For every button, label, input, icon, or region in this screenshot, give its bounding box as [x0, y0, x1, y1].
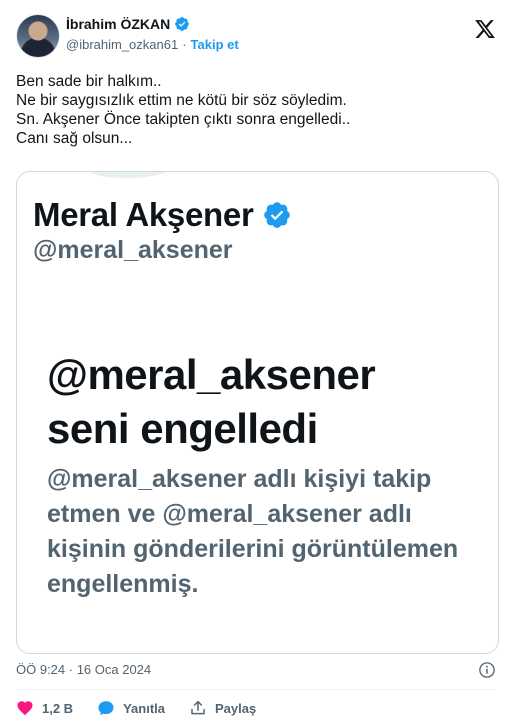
tweet-actions: 1,2 B Yanıtla Paylaş [16, 699, 280, 717]
divider [16, 689, 496, 690]
verified-badge-icon [263, 202, 290, 228]
author-name-row: İbrahim ÖZKAN [66, 16, 190, 32]
share-label: Paylaş [215, 700, 257, 716]
media-decoration [87, 172, 167, 178]
follow-button[interactable]: Takip et [191, 37, 239, 52]
media-profile-handle: @meral_aksener [33, 236, 233, 264]
info-icon[interactable] [478, 661, 496, 679]
blocked-description: @meral_aksener adlı kişiyi takip etmen v… [47, 465, 459, 598]
reply-button[interactable]: Yanıtla [97, 699, 165, 717]
avatar[interactable] [16, 14, 60, 58]
blocked-title-line: @meral_aksener [47, 351, 376, 398]
media-profile-name-row: Meral Akşener [33, 196, 292, 234]
like-button[interactable]: 1,2 B [16, 699, 73, 717]
tweet-timestamp[interactable]: ÖÖ 9:24 · 16 Oca 2024 [16, 662, 151, 677]
separator-dot: · [182, 37, 187, 52]
tweet-line: Sn. Akşener Önce takipten çıktı sonra en… [16, 111, 351, 128]
author-handle-row: @ibrahim_ozkan61 · Takip et [66, 37, 239, 52]
x-logo-icon[interactable] [474, 18, 496, 40]
media-profile-name: Meral Akşener [33, 196, 254, 233]
tweet-text: Ben sade bir halkım.. Ne bir saygısızlık… [16, 72, 496, 148]
tweet-media-screenshot[interactable]: Meral Akşener @meral_aksener @meral_akse… [16, 171, 499, 654]
tweet-line: Ne bir saygısızlık ettim ne kötü bir söz… [16, 92, 347, 109]
blocked-title: @meral_aksener seni engelledi [47, 348, 376, 456]
author-name[interactable]: İbrahim ÖZKAN [66, 16, 170, 32]
heart-icon [17, 701, 33, 716]
author-handle[interactable]: @ibrahim_ozkan61 [66, 37, 178, 52]
reply-bubble-icon [98, 701, 114, 716]
verified-badge-icon [175, 17, 190, 31]
share-button[interactable]: Paylaş [189, 699, 256, 717]
tweet-line: Ben sade bir halkım.. [16, 73, 162, 90]
like-count: 1,2 B [42, 700, 74, 716]
tweet-line: Canı sağ olsun... [16, 130, 133, 147]
reply-label: Yanıtla [123, 700, 165, 716]
blocked-title-line: seni engelledi [47, 405, 318, 452]
share-icon [191, 700, 205, 715]
tweet-header: İbrahim ÖZKAN @ibrahim_ozkan61 · Takip e… [16, 12, 498, 62]
